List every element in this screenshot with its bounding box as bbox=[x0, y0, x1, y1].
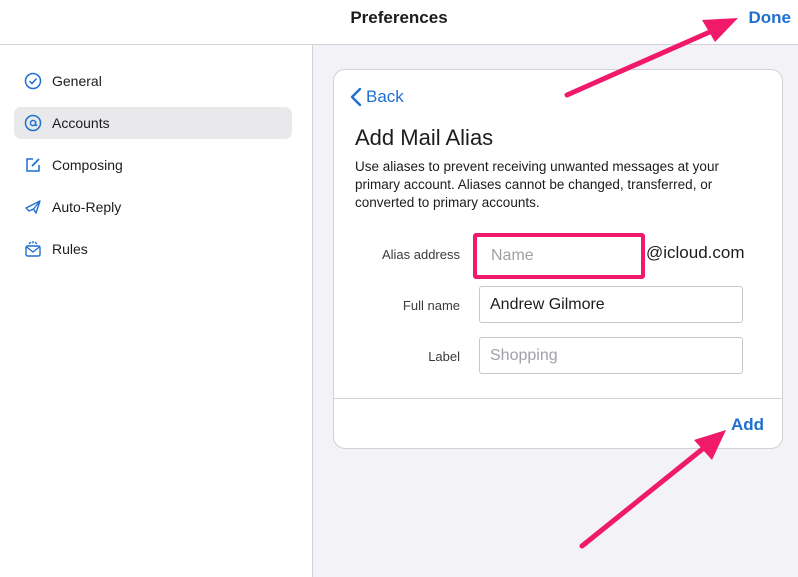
sidebar-item-rules[interactable]: Rules bbox=[14, 233, 292, 265]
dialog-description: Use aliases to prevent receiving unwante… bbox=[355, 159, 719, 210]
sidebar-item-composing[interactable]: Composing bbox=[14, 149, 292, 181]
page-title: Preferences bbox=[350, 8, 448, 27]
alias-highlight-box bbox=[473, 233, 645, 279]
alias-address-label: Alias address bbox=[381, 247, 460, 262]
done-button[interactable]: Done bbox=[749, 8, 792, 28]
add-alias-dialog: Back Add Mail Alias Use aliases to preve… bbox=[333, 69, 783, 449]
compose-icon bbox=[23, 155, 43, 175]
sidebar: General Accounts Composing Auto-Reply Ru… bbox=[0, 45, 313, 577]
sidebar-item-accounts[interactable]: Accounts bbox=[14, 107, 292, 139]
at-sign-icon bbox=[23, 113, 43, 133]
label-input[interactable] bbox=[479, 337, 743, 374]
sidebar-item-auto-reply[interactable]: Auto-Reply bbox=[14, 191, 292, 223]
sidebar-item-label: Accounts bbox=[52, 115, 110, 131]
chevron-left-icon bbox=[350, 87, 362, 107]
sidebar-item-label: General bbox=[52, 73, 102, 89]
sidebar-item-label: Rules bbox=[52, 241, 88, 257]
sidebar-item-label: Auto-Reply bbox=[52, 199, 122, 215]
full-name-label: Full name bbox=[402, 298, 460, 313]
add-button[interactable]: Add bbox=[731, 415, 764, 435]
alias-domain-suffix: @icloud.com bbox=[646, 243, 745, 262]
airplane-icon bbox=[23, 197, 43, 217]
alias-address-input[interactable] bbox=[481, 238, 637, 274]
label-field-label: Label bbox=[428, 349, 460, 364]
back-label: Back bbox=[366, 87, 404, 106]
sidebar-item-general[interactable]: General bbox=[14, 65, 292, 97]
sidebar-item-label: Composing bbox=[52, 157, 123, 173]
full-name-input[interactable] bbox=[479, 286, 743, 323]
title-bar: Preferences Done bbox=[0, 0, 798, 45]
dialog-title: Add Mail Alias bbox=[355, 125, 494, 150]
back-button[interactable]: Back bbox=[350, 87, 404, 107]
checkmark-circle-icon bbox=[23, 71, 43, 91]
envelope-rules-icon bbox=[23, 239, 43, 259]
divider bbox=[334, 398, 782, 399]
